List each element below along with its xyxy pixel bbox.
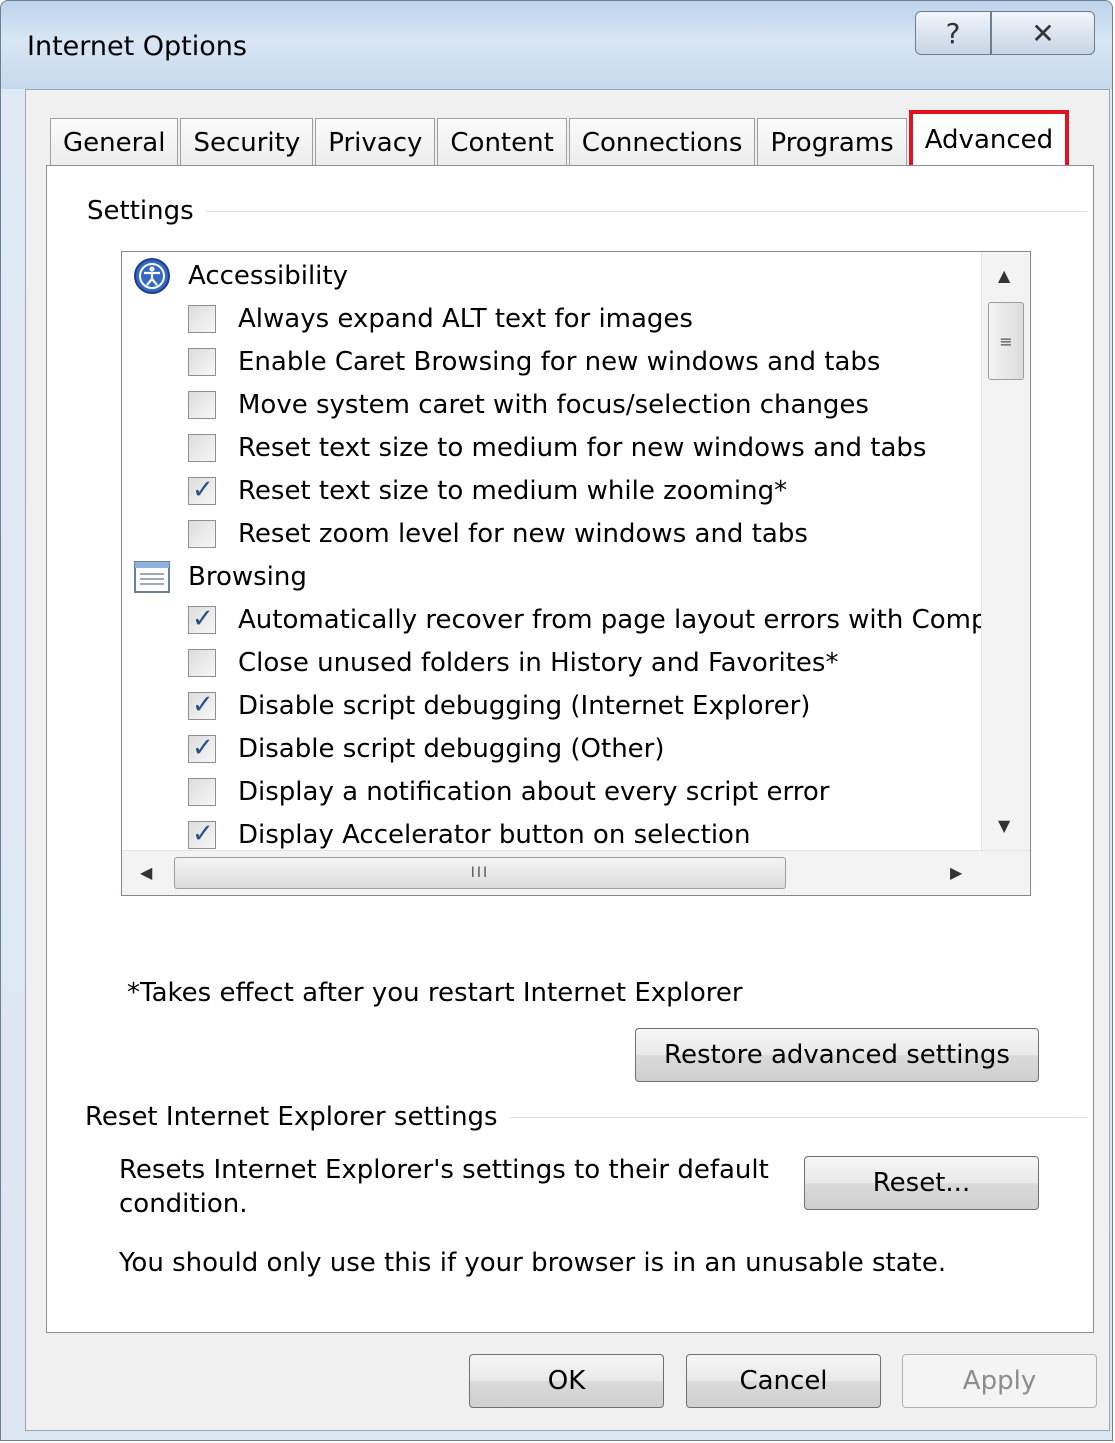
checkbox-checked[interactable] (188, 604, 216, 634)
setting-item[interactable]: Close unused folders in History and Favo… (188, 642, 838, 684)
ok-button[interactable]: OK (469, 1354, 664, 1408)
restore-advanced-settings-button[interactable]: Restore advanced settings (635, 1028, 1039, 1082)
close-button[interactable]: ✕ (991, 11, 1095, 55)
checkbox-checked[interactable] (188, 690, 216, 720)
setting-item[interactable]: Automatically recover from page layout e… (188, 599, 1003, 641)
setting-item[interactable]: Reset text size to medium for new window… (188, 427, 926, 469)
reset-warning: You should only use this if your browser… (119, 1248, 947, 1278)
tab-general[interactable]: General (50, 118, 179, 166)
reset-description-line: Resets Internet Explorer's settings to t… (119, 1155, 769, 1185)
reset-description-line: condition. (119, 1189, 248, 1219)
setting-item[interactable]: Disable script debugging (Other) (188, 728, 665, 770)
scroll-right-arrow-icon[interactable]: ▶ (950, 863, 962, 882)
browsing-page-icon (134, 561, 170, 593)
category-browsing: Browsing (132, 556, 307, 598)
restart-note: *Takes effect after you restart Internet… (127, 978, 743, 1008)
setting-item[interactable]: Reset zoom level for new windows and tab… (188, 513, 808, 555)
category-label: Accessibility (188, 261, 348, 291)
setting-label: Disable script debugging (Internet Explo… (238, 691, 811, 721)
grip-icon: ≡ (999, 331, 1013, 351)
setting-label: Automatically recover from page layout e… (238, 605, 1004, 635)
tab-security[interactable]: Security (180, 118, 314, 166)
vertical-scrollbar[interactable]: ▲ ≡ ▼ (981, 252, 1030, 850)
setting-item[interactable]: Enable Caret Browsing for new windows an… (188, 341, 880, 383)
tab-strip: General Security Privacy Content Connect… (50, 110, 1071, 166)
checkbox-checked[interactable] (188, 819, 216, 849)
checkbox[interactable] (188, 520, 216, 548)
tab-connections[interactable]: Connections (568, 118, 756, 166)
help-button[interactable]: ? (915, 11, 991, 55)
horizontal-scroll-thumb[interactable]: III (174, 857, 786, 889)
setting-label: Reset text size to medium for new window… (238, 433, 927, 463)
setting-label: Reset text size to medium while zooming* (238, 476, 788, 506)
setting-label: Reset zoom level for new windows and tab… (238, 519, 808, 549)
horizontal-scrollbar[interactable]: ◀ III ▶ (122, 850, 1030, 895)
setting-label: Always expand ALT text for images (238, 304, 693, 334)
setting-item[interactable]: Display a notification about every scrip… (188, 771, 829, 813)
window-title: Internet Options (27, 31, 247, 62)
checkbox-checked[interactable] (188, 475, 216, 505)
category-label: Browsing (188, 562, 307, 592)
setting-label: Disable script debugging (Other) (238, 734, 665, 764)
setting-label: Display a notification about every scrip… (238, 777, 830, 807)
tab-advanced[interactable]: Advanced (908, 110, 1070, 166)
scroll-down-arrow-icon[interactable]: ▼ (998, 816, 1010, 835)
setting-item[interactable]: Disable script debugging (Internet Explo… (188, 685, 810, 727)
checkbox[interactable] (188, 434, 216, 462)
setting-label: Display Accelerator button on selection (238, 820, 751, 850)
advanced-tab-panel: Settings Accessibility Always expand ALT… (46, 165, 1094, 1333)
category-accessibility: Accessibility (132, 255, 348, 297)
scroll-up-arrow-icon[interactable]: ▲ (998, 266, 1010, 285)
reset-button[interactable]: Reset... (804, 1156, 1039, 1210)
grip-icon: III (470, 865, 490, 881)
scroll-left-arrow-icon[interactable]: ◀ (140, 863, 152, 882)
checkbox-checked[interactable] (188, 733, 216, 763)
settings-tree[interactable]: Accessibility Always expand ALT text for… (121, 251, 1031, 896)
dialog-client-area: General Security Privacy Content Connect… (25, 89, 1110, 1431)
cancel-button[interactable]: Cancel (686, 1354, 881, 1408)
setting-label: Move system caret with focus/selection c… (238, 390, 869, 420)
internet-options-dialog: Internet Options ? ✕ General Security Pr… (0, 0, 1113, 1441)
setting-label: Enable Caret Browsing for new windows an… (238, 347, 881, 377)
reset-description: Resets Internet Explorer's settings to t… (119, 1153, 769, 1221)
accessibility-icon (134, 258, 170, 294)
apply-button[interactable]: Apply (902, 1354, 1097, 1408)
settings-group-title: Settings (87, 196, 206, 226)
close-icon: ✕ (1031, 16, 1055, 50)
tab-privacy[interactable]: Privacy (315, 118, 436, 166)
checkbox[interactable] (188, 391, 216, 419)
settings-group-divider (97, 211, 1087, 212)
vertical-scroll-thumb[interactable]: ≡ (988, 302, 1024, 380)
tab-content[interactable]: Content (437, 118, 567, 166)
setting-item[interactable]: Move system caret with focus/selection c… (188, 384, 869, 426)
tab-programs[interactable]: Programs (757, 118, 907, 166)
checkbox[interactable] (188, 649, 216, 677)
checkbox[interactable] (188, 348, 216, 376)
setting-label: Close unused folders in History and Favo… (238, 648, 839, 678)
reset-group-title: Reset Internet Explorer settings (85, 1102, 510, 1132)
setting-item[interactable]: Always expand ALT text for images (188, 298, 693, 340)
setting-item[interactable]: Reset text size to medium while zooming* (188, 470, 787, 512)
checkbox[interactable] (188, 778, 216, 806)
checkbox[interactable] (188, 305, 216, 333)
title-bar[interactable]: Internet Options ? ✕ (1, 1, 1112, 89)
help-icon: ? (945, 16, 961, 50)
